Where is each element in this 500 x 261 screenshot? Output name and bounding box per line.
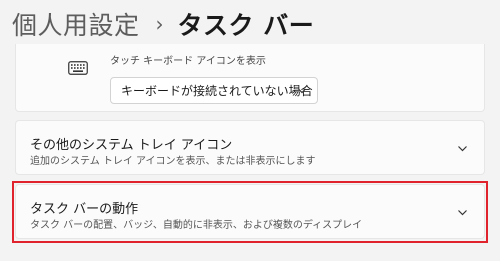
taskbar-behaviors-subtitle: タスク バーの配置、バッジ、自動的に非表示、および複数のディスプレイ bbox=[30, 220, 363, 231]
page-title: 個人用設定 › タスク バー bbox=[12, 4, 314, 44]
chevron-down-icon[interactable] bbox=[457, 207, 468, 218]
system-tray-subtitle: 追加のシステム トレイ アイコンを表示、または非表示にします bbox=[30, 156, 316, 167]
system-tray-title: その他のシステム トレイ アイコン bbox=[30, 138, 233, 153]
touch-keyboard-label: タッチ キーボード アイコンを表示 bbox=[110, 56, 266, 67]
system-tray-icons-section[interactable]: その他のシステム トレイ アイコン 追加のシステム トレイ アイコンを表示、また… bbox=[15, 120, 485, 175]
chevron-down-icon[interactable] bbox=[457, 143, 468, 154]
taskbar-behaviors-title: タスク バーの動作 bbox=[30, 202, 139, 217]
touch-keyboard-setting: タッチ キーボード アイコンを表示 キーボードが接続されていない場合 bbox=[15, 44, 485, 112]
dropdown-value: キーボードが接続されていない場合 bbox=[121, 84, 313, 98]
breadcrumb-separator: › bbox=[155, 12, 164, 36]
keyboard-icon bbox=[68, 61, 88, 75]
breadcrumb-current: タスク バー bbox=[177, 11, 315, 40]
touch-keyboard-dropdown[interactable]: キーボードが接続されていない場合 bbox=[110, 77, 318, 104]
taskbar-behaviors-section[interactable]: タスク バーの動作 タスク バーの配置、バッジ、自動的に非表示、および複数のディ… bbox=[15, 184, 485, 239]
breadcrumb-personalization[interactable]: 個人用設定 bbox=[12, 6, 140, 42]
chevron-down-icon bbox=[298, 88, 306, 94]
